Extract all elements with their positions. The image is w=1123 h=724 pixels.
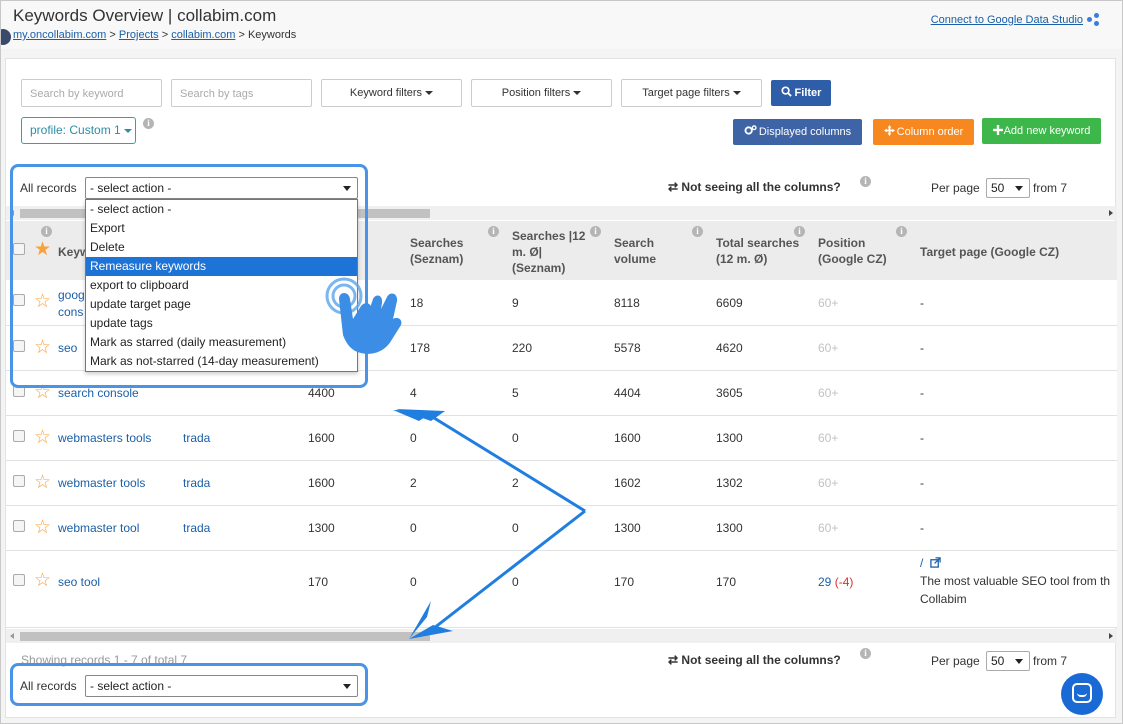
chat-launcher-button[interactable]: [1061, 673, 1103, 715]
app-window: Keywords Overview | collabim.com my.onco…: [0, 0, 1123, 724]
annotation-arrows: [325, 277, 586, 639]
pointer-hand-icon: [325, 277, 402, 354]
